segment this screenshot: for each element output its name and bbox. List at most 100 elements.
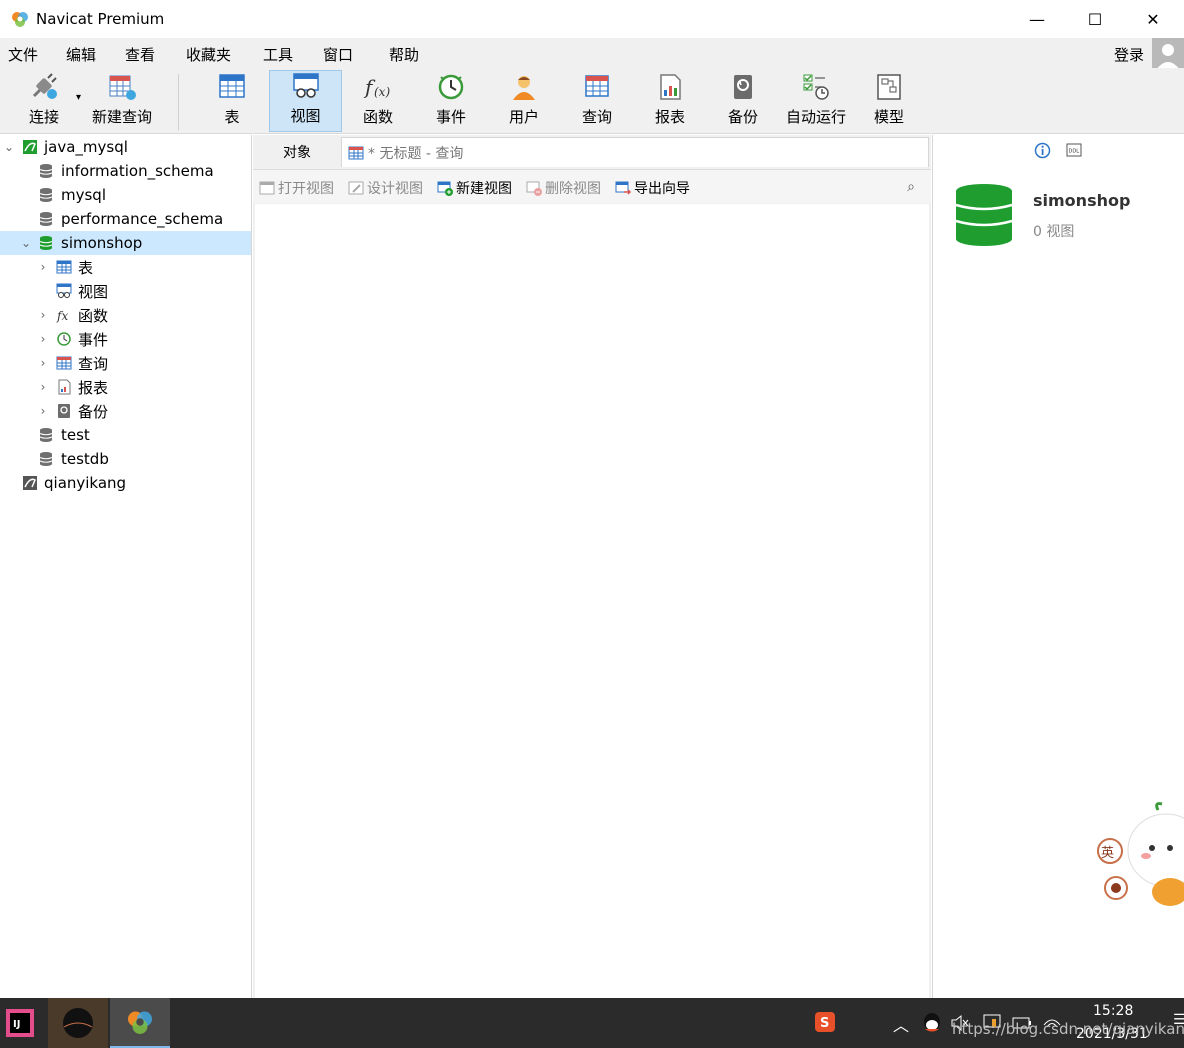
clock-time[interactable]: 15:28 (1093, 1003, 1133, 1019)
object-toolbar: 打开视图 设计视图 新建视图 删除视图 导出向导 ⌕ (253, 169, 931, 203)
menu-view[interactable]: 查看 (125, 44, 155, 65)
chevron-right-icon[interactable]: › (37, 375, 49, 399)
main-toolbar: 连接 ▾ 新建查询 表 视图 f (x) 函数 事件 用户 查询 报表 备份 自… (0, 68, 1184, 134)
title-bar: Navicat Premium — ☐ ✕ (0, 0, 1184, 38)
chevron-right-icon[interactable]: › (37, 327, 49, 351)
info-icon[interactable] (1034, 142, 1051, 159)
tree-db-test[interactable]: test (0, 423, 251, 447)
connection-button[interactable]: 连接 (14, 70, 74, 132)
navigation-tree: ⌄ java_mysql information_schema mysql pe… (0, 135, 252, 998)
function-icon: fx (56, 309, 68, 323)
backup-icon (58, 404, 70, 418)
intellij-taskbar-icon[interactable]: IJ (0, 998, 40, 1048)
view-button[interactable]: 视图 (269, 70, 342, 132)
model-button[interactable]: 模型 (855, 70, 923, 132)
avatar[interactable] (1152, 38, 1184, 70)
intellij-icon: IJ (6, 1009, 34, 1037)
design-view-button[interactable]: 设计视图 (348, 178, 423, 198)
tree-db-mysql[interactable]: mysql (0, 183, 251, 207)
tree-node-reports[interactable]: › 报表 (0, 375, 251, 399)
new-query-icon (109, 75, 136, 100)
maximize-button[interactable]: ☐ (1066, 0, 1124, 38)
tree-db-performance-schema[interactable]: performance_schema (0, 207, 251, 231)
query-icon (585, 75, 609, 97)
tree-connection-qianyikang[interactable]: qianyikang (0, 471, 251, 495)
new-query-button[interactable]: 新建查询 (86, 70, 158, 132)
tree-node-events[interactable]: › 事件 (0, 327, 251, 351)
chevron-right-icon[interactable]: › (37, 303, 49, 327)
navicat-taskbar-icon[interactable] (110, 998, 170, 1048)
function-icon: f (x) (363, 75, 390, 99)
watermark-text: https://blog.csdn.net/qianyikang (952, 1020, 1184, 1038)
photo-app-taskbar-icon[interactable] (48, 998, 108, 1048)
design-view-icon (348, 181, 364, 195)
tab-objects[interactable]: 对象 (253, 137, 341, 167)
chevron-down-icon[interactable]: ⌄ (3, 135, 15, 159)
export-wizard-button[interactable]: 导出向导 (615, 178, 690, 198)
svg-text:S: S (820, 1016, 829, 1031)
menu-file[interactable]: 文件 (8, 44, 38, 65)
minimize-button[interactable]: — (1008, 0, 1066, 38)
tray-expand-icon[interactable]: ︿ (893, 1012, 909, 1036)
new-view-button[interactable]: 新建视图 (437, 178, 512, 198)
ddl-icon[interactable]: DDL (1066, 142, 1082, 158)
search-icon[interactable]: ⌕ (907, 179, 915, 195)
view-icon (56, 283, 72, 298)
object-panel: 对象 * 无标题 - 查询 打开视图 设计视图 新建视图 删除视图 导出向导 ⌕ (253, 135, 931, 998)
menu-edit[interactable]: 编辑 (66, 44, 96, 65)
table-icon (56, 260, 72, 274)
view-icon (292, 73, 319, 98)
table-button[interactable]: 表 (198, 70, 266, 132)
export-icon (615, 181, 631, 195)
tree-node-backups[interactable]: › 备份 (0, 399, 251, 423)
menu-help[interactable]: 帮助 (389, 44, 419, 65)
automation-icon (803, 74, 829, 100)
delete-view-button[interactable]: 删除视图 (526, 178, 601, 198)
close-button[interactable]: ✕ (1124, 0, 1182, 38)
tree-db-information-schema[interactable]: information_schema (0, 159, 251, 183)
database-icon (39, 212, 53, 226)
qq-icon[interactable] (922, 1012, 942, 1034)
menu-tools[interactable]: 工具 (263, 44, 293, 65)
menu-favorites[interactable]: 收藏夹 (186, 44, 231, 65)
chevron-down-icon[interactable]: ⌄ (20, 231, 32, 255)
chevron-right-icon[interactable]: › (37, 255, 49, 279)
chevron-right-icon[interactable]: › (37, 399, 49, 423)
tree-node-views[interactable]: 视图 (0, 279, 251, 303)
tree-db-testdb[interactable]: testdb (0, 447, 251, 471)
function-button[interactable]: f (x) 函数 (344, 70, 412, 132)
object-list-area[interactable] (255, 204, 929, 998)
mysql-connection-icon (23, 140, 37, 154)
event-button[interactable]: 事件 (417, 70, 485, 132)
connection-dropdown-icon[interactable]: ▾ (76, 92, 81, 103)
query-button[interactable]: 查询 (563, 70, 631, 132)
window-title: Navicat Premium (36, 10, 165, 28)
login-link[interactable]: 登录 (1114, 44, 1144, 65)
database-icon (39, 188, 53, 202)
delete-view-icon (526, 181, 542, 196)
open-view-button[interactable]: 打开视图 (259, 178, 334, 198)
backup-button[interactable]: 备份 (709, 70, 777, 132)
tab-untitled-query[interactable]: * 无标题 - 查询 (341, 137, 929, 167)
report-icon (660, 74, 681, 100)
tree-node-functions[interactable]: › fx 函数 (0, 303, 251, 327)
navicat-logo-icon (12, 12, 28, 27)
chevron-right-icon[interactable]: › (37, 351, 49, 375)
report-button[interactable]: 报表 (636, 70, 704, 132)
mysql-connection-icon (23, 476, 37, 490)
plug-icon (32, 73, 57, 99)
tree-connection-java-mysql[interactable]: ⌄ java_mysql (0, 135, 251, 159)
user-button[interactable]: 用户 (490, 70, 558, 132)
tree-db-simonshop[interactable]: ⌄ simonshop (0, 231, 251, 255)
menu-window[interactable]: 窗口 (323, 44, 353, 65)
user-icon (513, 76, 535, 100)
tree-node-queries[interactable]: › 查询 (0, 351, 251, 375)
tab-bar: 对象 * 无标题 - 查询 (253, 135, 931, 167)
sogou-input-icon[interactable]: S (815, 1012, 835, 1032)
toolbar-separator (178, 74, 179, 130)
database-large-icon (955, 184, 1013, 246)
backup-icon (734, 75, 752, 99)
automation-button[interactable]: 自动运行 (782, 70, 850, 132)
tree-node-tables[interactable]: › 表 (0, 255, 251, 279)
ime-mascot-widget[interactable]: 英 (1094, 800, 1184, 920)
